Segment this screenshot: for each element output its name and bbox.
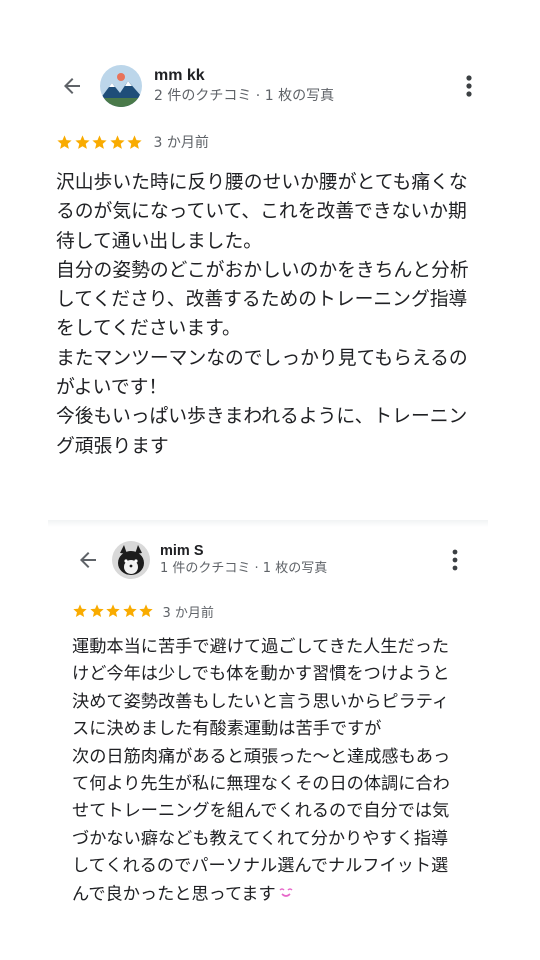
review-text-line: またマンツーマンなのでしっかり見てもらえるの — [56, 347, 468, 369]
review-text-line: をしてくださいます。 — [56, 318, 241, 340]
arrow-back-icon — [64, 78, 80, 94]
review-time: 3 か月前 — [162, 605, 214, 621]
review-text-line: るのが気になっていて、これを改善できないか期 — [56, 201, 467, 223]
review-text-line: て何より先生が私に無理なくその日の体調に合わ — [72, 774, 450, 795]
review-text: 運動本当に苦手で避けて過ごしてきた人生だった けど今年は少しでも体を動かす習慣をつ… — [72, 634, 450, 909]
more-options-button[interactable] — [457, 70, 481, 102]
review-screenshots: mm kk 2 件のクチコミ · 1 枚の写真 3 か月前 沢山歩いた時に反り腰… — [0, 0, 540, 960]
star-icon — [122, 603, 138, 619]
review-text-line: んで良かったと思ってます — [72, 881, 450, 909]
reviewer-stats: 1 件のクチコミ · 1 枚の写真 — [160, 561, 328, 576]
review-text-line: 運動本当に苦手で避けて過ごしてきた人生だった — [72, 637, 450, 657]
review-header: mm kk 2 件のクチコミ · 1 枚の写真 — [56, 64, 334, 108]
star-icon — [138, 603, 154, 619]
avatar[interactable] — [100, 65, 142, 107]
review-text-line: けど今年は少しでも体を動かす習慣をつけようと — [72, 664, 450, 685]
review-text-line: スに決めました有酸素運動は苦手ですが — [72, 719, 382, 740]
review-text: 沢山歩いた時に反り腰のせいか腰がとても痛くな るのが気になっていて、これを改善でき… — [56, 168, 469, 461]
more-vert-icon — [452, 549, 458, 571]
star-icon — [105, 603, 121, 619]
review-text-line: してくれるのでパーソナル選んでナルフイット選 — [72, 856, 449, 877]
star-icon — [126, 134, 143, 151]
star-icon — [72, 603, 88, 619]
review-text-line: がよいです！ — [56, 377, 168, 399]
star-icon — [109, 134, 126, 151]
reviewer-name[interactable]: mm kk — [154, 66, 334, 86]
review-time: 3 か月前 — [153, 135, 209, 151]
star-rating — [72, 603, 155, 619]
avatar[interactable] — [112, 541, 150, 579]
reviewer-stats: 2 件のクチコミ · 1 枚の写真 — [154, 88, 335, 104]
user-info: mm kk 2 件のクチコミ · 1 枚の写真 — [154, 66, 334, 106]
review-text-line: せてトレーニングを組んでくれるので自分では気 — [72, 801, 450, 822]
review-text-line: 次の日筋肉痛があると頑張った〜と達成感もあっ — [72, 746, 451, 767]
review-card: mm kk 2 件のクチコミ · 1 枚の写真 3 か月前 沢山歩いた時に反り腰… — [0, 0, 540, 520]
star-icon — [56, 134, 73, 151]
review-header: mim S 1 件のクチコミ · 1 枚の写真 — [72, 540, 327, 580]
rating-row: 3 か月前 — [56, 132, 209, 152]
review-text-line: づかない癖なども教えてくれて分かりやすく指導 — [72, 828, 449, 849]
pet-dog-icon — [112, 541, 150, 579]
smiling-face-icon — [278, 881, 294, 908]
more-options-button[interactable] — [443, 544, 467, 576]
review-text-line: 決めて姿勢改善もしたいと言う思いからピラティ — [72, 691, 450, 712]
star-icon — [91, 134, 108, 151]
rating-row: 3 か月前 — [72, 602, 214, 621]
star-rating — [56, 134, 144, 151]
review-text-line: してくださり、改善するためのトレーニング指導 — [56, 289, 468, 311]
review-text-line: 自分の姿勢のどこがおかしいのかをきちんと分析 — [56, 259, 469, 281]
back-button[interactable] — [72, 544, 104, 576]
review-text-line: 待して通い出しました。 — [56, 230, 263, 252]
star-icon — [89, 603, 105, 619]
star-icon — [74, 134, 91, 151]
review-text-line: 今後もいっぱい歩きまわれるように、トレーニン — [56, 406, 468, 428]
review-text-line: 沢山歩いた時に反り腰のせいか腰がとても痛くな — [56, 172, 468, 193]
back-button[interactable] — [56, 70, 88, 102]
arrow-back-icon — [80, 552, 96, 568]
reviewer-name[interactable]: mim S — [160, 542, 327, 560]
divider — [48, 520, 488, 527]
user-info: mim S 1 件のクチコミ · 1 枚の写真 — [160, 542, 327, 578]
more-vert-icon — [466, 75, 472, 97]
mountain-landscape-icon — [100, 65, 142, 107]
review-text-line: グ頑張ります — [56, 435, 169, 457]
